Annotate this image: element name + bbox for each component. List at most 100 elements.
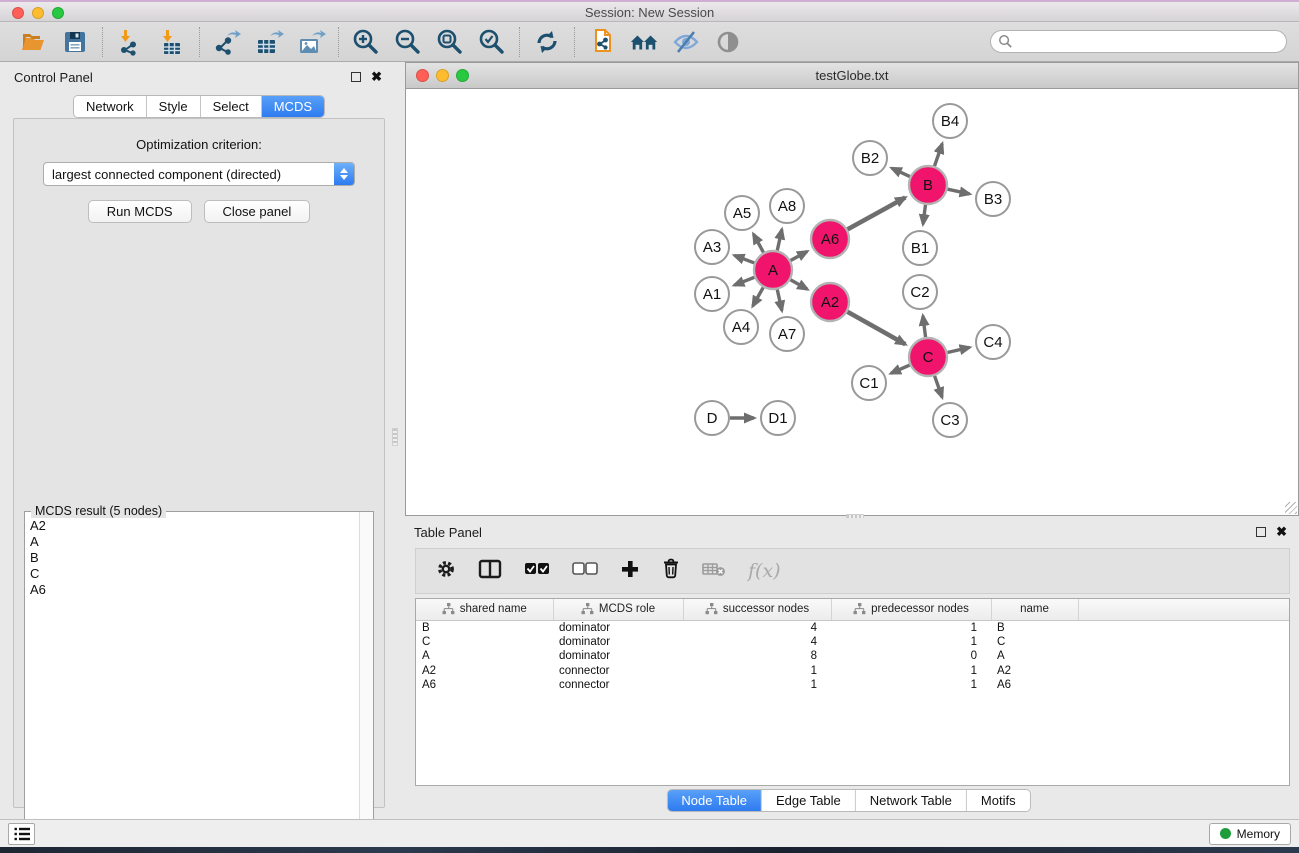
- select-all-checks-icon[interactable]: [524, 562, 550, 581]
- graph-node-B4[interactable]: B4: [933, 104, 967, 138]
- zoom-fit-icon[interactable]: [435, 27, 465, 57]
- clone-network-icon[interactable]: [587, 27, 617, 57]
- graph-node-C[interactable]: C: [909, 338, 947, 376]
- resize-handle-icon[interactable]: [1285, 502, 1297, 514]
- graph-edge-C-C3[interactable]: [935, 376, 942, 397]
- tab-mcds[interactable]: MCDS: [262, 96, 324, 117]
- export-table-icon[interactable]: [254, 27, 284, 57]
- float-table-panel-icon[interactable]: [1256, 527, 1266, 537]
- graph-edge-A-A5[interactable]: [753, 234, 763, 252]
- graph-node-A3[interactable]: A3: [695, 230, 729, 264]
- mcds-result-item[interactable]: A6: [30, 582, 358, 598]
- export-image-icon[interactable]: [296, 27, 326, 57]
- zoom-selected-icon[interactable]: [477, 27, 507, 57]
- graph-edge-A-A8[interactable]: [777, 229, 782, 250]
- column-header-name[interactable]: name: [991, 599, 1078, 620]
- graph-edge-B-B2[interactable]: [892, 168, 910, 176]
- save-session-icon[interactable]: [60, 27, 90, 57]
- float-panel-icon[interactable]: [351, 72, 361, 82]
- graph-edge-C-C2[interactable]: [923, 316, 926, 337]
- table-row[interactable]: Bdominator41B: [416, 620, 1289, 635]
- tab-edge-table[interactable]: Edge Table: [762, 790, 856, 811]
- graph-edge-A-A2[interactable]: [790, 280, 807, 289]
- network-window-titlebar[interactable]: testGlobe.txt: [406, 63, 1298, 89]
- memory-button[interactable]: Memory: [1209, 823, 1291, 845]
- result-scrollbar[interactable]: [359, 512, 373, 852]
- graph-node-C1[interactable]: C1: [852, 366, 886, 400]
- import-network-icon[interactable]: [115, 27, 145, 57]
- network-graph[interactable]: B4 B2 B B3 A8 A5 A6 A3 B1 A C2 A1 A2 A4 A7 C4 C C1 D D1 C3: [406, 89, 1298, 515]
- column-header-successor-nodes[interactable]: successor nodes: [683, 599, 831, 620]
- graph-node-B[interactable]: B: [909, 166, 947, 204]
- graph-node-D[interactable]: D: [695, 401, 729, 435]
- bird-eye-icon[interactable]: [713, 27, 743, 57]
- hide-unhide-icon[interactable]: [671, 27, 701, 57]
- refresh-icon[interactable]: [532, 27, 562, 57]
- graph-node-B2[interactable]: B2: [853, 141, 887, 175]
- criterion-dropdown[interactable]: largest connected component (directed): [43, 162, 355, 186]
- deselect-all-checks-icon[interactable]: [572, 562, 598, 581]
- graph-edge-A-A7[interactable]: [777, 290, 782, 311]
- graph-edge-B-B4[interactable]: [935, 144, 943, 166]
- column-header-predecessor-nodes[interactable]: predecessor nodes: [831, 599, 991, 620]
- graph-node-B1[interactable]: B1: [903, 231, 937, 265]
- graph-edge-C-C4[interactable]: [947, 347, 969, 352]
- tab-motifs[interactable]: Motifs: [967, 790, 1030, 811]
- graph-edge-A-A1[interactable]: [734, 277, 754, 285]
- tab-network[interactable]: Network: [74, 96, 147, 117]
- graph-node-A[interactable]: A: [754, 251, 792, 289]
- settings-gear-icon[interactable]: [436, 559, 456, 584]
- table-row[interactable]: A2connector11A2: [416, 664, 1289, 679]
- close-panel-icon[interactable]: ✖: [371, 72, 382, 82]
- open-session-icon[interactable]: [18, 27, 48, 57]
- column-header-shared-name[interactable]: shared name: [416, 599, 553, 620]
- graph-node-C2[interactable]: C2: [903, 275, 937, 309]
- table-row[interactable]: Cdominator41C: [416, 635, 1289, 650]
- tab-style[interactable]: Style: [147, 96, 201, 117]
- close-panel-button[interactable]: Close panel: [204, 200, 311, 223]
- network-canvas[interactable]: B4 B2 B B3 A8 A5 A6 A3 B1 A C2 A1 A2 A4 A7 C4 C C1 D D1 C3: [406, 89, 1298, 515]
- graph-node-A4[interactable]: A4: [724, 310, 758, 344]
- mcds-result-item[interactable]: A: [30, 534, 358, 550]
- graph-node-C4[interactable]: C4: [976, 325, 1010, 359]
- graph-edge-A-A3[interactable]: [734, 255, 754, 262]
- graph-node-A7[interactable]: A7: [770, 317, 804, 351]
- add-column-icon[interactable]: [620, 559, 640, 584]
- graph-edge-B-B3[interactable]: [948, 189, 970, 194]
- close-table-panel-icon[interactable]: ✖: [1276, 527, 1287, 537]
- mcds-result-item[interactable]: C: [30, 566, 358, 582]
- graph-node-C3[interactable]: C3: [933, 403, 967, 437]
- tab-node-table[interactable]: Node Table: [667, 790, 762, 811]
- vertical-splitter-grip[interactable]: [392, 428, 398, 446]
- mcds-result-item[interactable]: A2: [30, 518, 358, 534]
- graph-node-A1[interactable]: A1: [695, 277, 729, 311]
- graph-node-D1[interactable]: D1: [761, 401, 795, 435]
- zoom-out-icon[interactable]: [393, 27, 423, 57]
- mcds-result-item[interactable]: B: [30, 550, 358, 566]
- graph-edge-A-A6[interactable]: [791, 251, 808, 260]
- graph-node-A5[interactable]: A5: [725, 196, 759, 230]
- import-table-icon[interactable]: [157, 27, 187, 57]
- graph-node-A6[interactable]: A6: [811, 220, 849, 258]
- graph-node-A2[interactable]: A2: [811, 283, 849, 321]
- export-network-icon[interactable]: [212, 27, 242, 57]
- graph-edge-A-A4[interactable]: [753, 287, 763, 306]
- graph-edge-A6-B[interactable]: [848, 198, 906, 230]
- graph-edge-C-C1[interactable]: [891, 365, 910, 373]
- run-mcds-button[interactable]: Run MCDS: [88, 200, 192, 223]
- tab-select[interactable]: Select: [201, 96, 262, 117]
- column-header-MCDS-role[interactable]: MCDS role: [553, 599, 683, 620]
- table-row[interactable]: Adominator80A: [416, 649, 1289, 664]
- graph-edge-A2-C[interactable]: [847, 312, 905, 344]
- search-input[interactable]: [990, 30, 1287, 53]
- show-column-icon[interactable]: [478, 559, 502, 584]
- table-row[interactable]: A6connector11A6: [416, 678, 1289, 693]
- graph-edge-B-B1[interactable]: [923, 205, 925, 224]
- graph-node-A8[interactable]: A8: [770, 189, 804, 223]
- delete-column-icon[interactable]: [662, 558, 680, 584]
- home-view-icon[interactable]: [629, 27, 659, 57]
- graph-node-B3[interactable]: B3: [976, 182, 1010, 216]
- tab-network-table[interactable]: Network Table: [856, 790, 967, 811]
- task-history-button[interactable]: [8, 823, 35, 845]
- zoom-in-icon[interactable]: [351, 27, 381, 57]
